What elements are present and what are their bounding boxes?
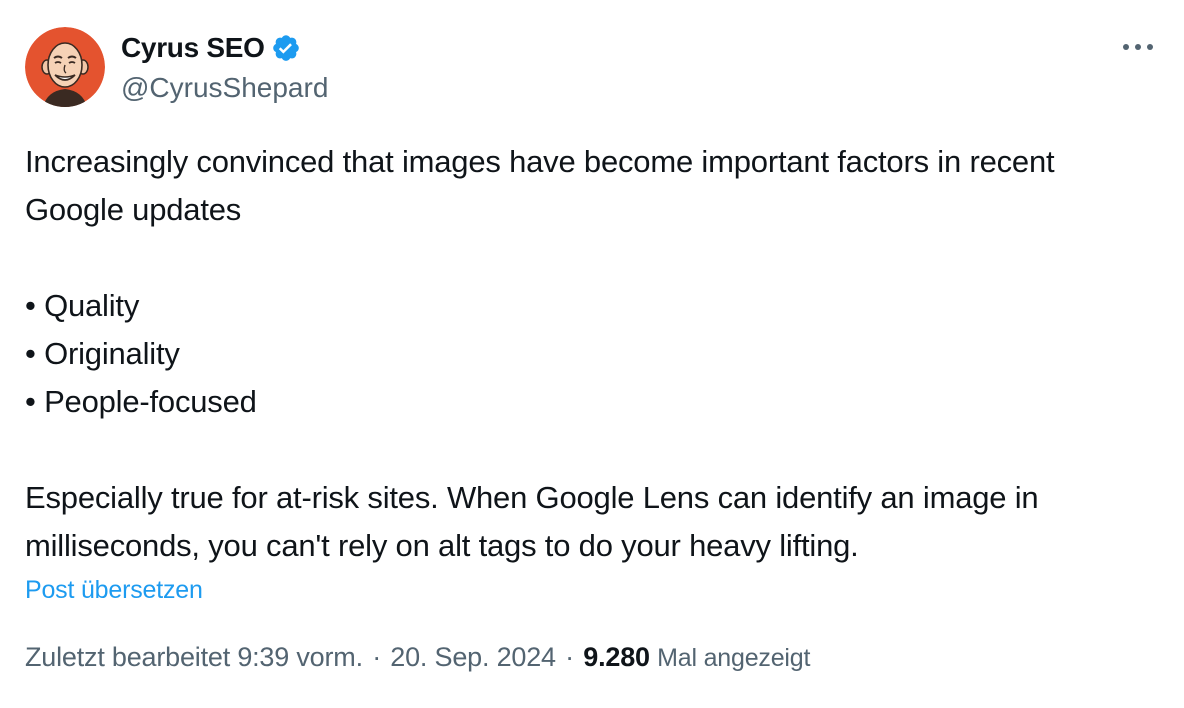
views-label: Mal angezeigt	[657, 644, 811, 672]
translate-post-link[interactable]: Post übersetzen	[25, 576, 203, 605]
more-options-button[interactable]	[1118, 32, 1158, 62]
bullet-item: • Quality	[25, 288, 140, 323]
tweet-card: Cyrus SEO @CyrusShepard Increasingly con…	[0, 0, 1184, 708]
cartoon-face-avatar-icon	[25, 27, 105, 107]
tweet-intro: Increasingly convinced that images have …	[25, 144, 1055, 227]
tweet-metadata: Zuletzt bearbeitet 9:39 vorm. · 20. Sep.…	[25, 642, 810, 673]
author-name-row: Cyrus SEO	[121, 31, 301, 65]
bullet-item: • People-focused	[25, 384, 257, 419]
meta-separator: ·	[565, 642, 574, 672]
author-avatar[interactable]	[25, 27, 105, 107]
views-count[interactable]: 9.280	[583, 642, 650, 672]
author-handle[interactable]: @CyrusShepard	[121, 72, 328, 104]
meta-separator: ·	[372, 642, 381, 672]
post-date[interactable]: 20. Sep. 2024	[390, 642, 556, 672]
more-horizontal-icon	[1123, 44, 1153, 50]
edited-timestamp[interactable]: Zuletzt bearbeitet 9:39 vorm.	[25, 642, 363, 672]
tweet-closing: Especially true for at-risk sites. When …	[25, 480, 1039, 563]
bullet-item: • Originality	[25, 336, 180, 371]
author-display-name[interactable]: Cyrus SEO	[121, 32, 265, 64]
tweet-text: Increasingly convinced that images have …	[25, 138, 1160, 570]
verified-badge-icon[interactable]	[271, 33, 301, 63]
